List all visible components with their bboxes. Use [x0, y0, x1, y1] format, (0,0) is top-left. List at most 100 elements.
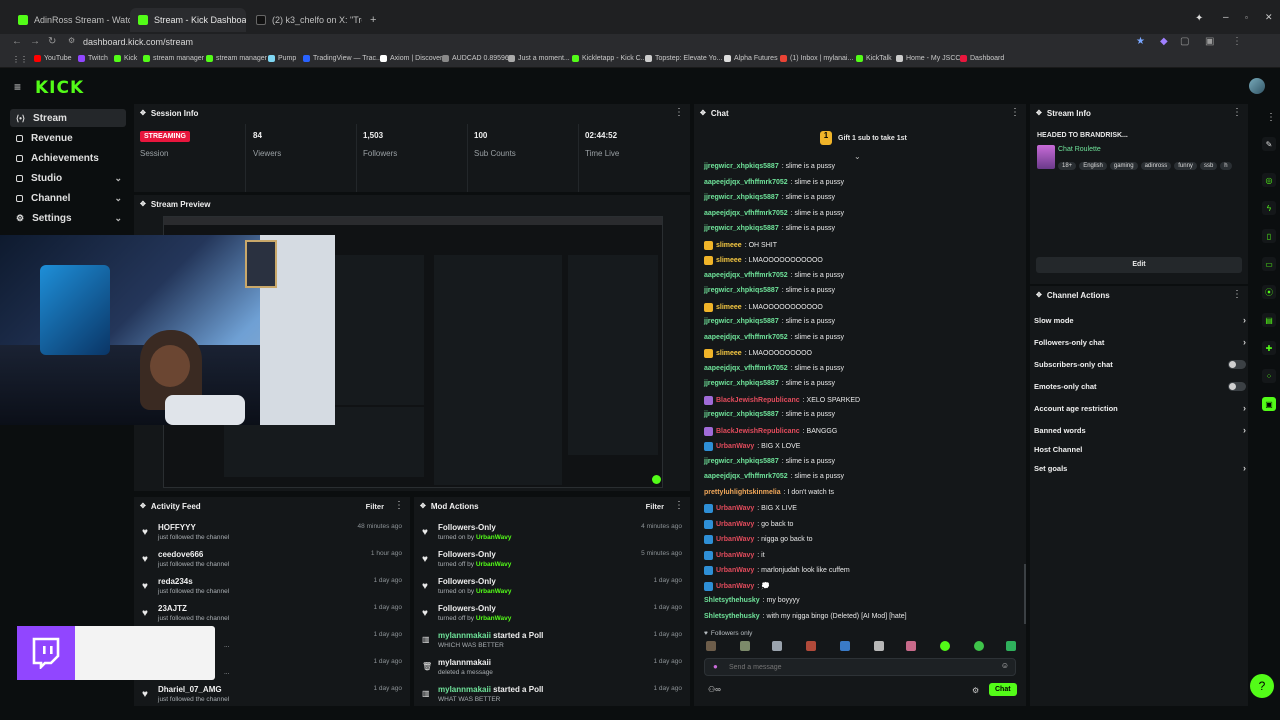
emoji-icon[interactable]: ☺ — [1001, 661, 1009, 670]
url-field[interactable]: dashboard.kick.com/stream — [83, 37, 193, 47]
bookmark[interactable]: Pump — [268, 55, 296, 62]
grid-icon[interactable]: ⁘ — [1262, 369, 1276, 383]
extension-icon[interactable]: ◆ — [1160, 36, 1168, 47]
emote-icon[interactable] — [772, 641, 782, 651]
chat-username[interactable]: aapeejdjqx_vfhffmrk7052 — [704, 473, 788, 480]
extension-icon[interactable]: ▢ — [1180, 36, 1189, 47]
bookmark[interactable]: Kick — [114, 55, 137, 62]
edit-stream-info-button[interactable]: Edit — [1036, 257, 1242, 273]
chat-username[interactable]: prettyluhlightskinmelia — [704, 489, 781, 496]
move-icon[interactable]: ✥ — [140, 502, 146, 510]
panel-menu-icon[interactable]: ⋮ — [394, 500, 404, 511]
forward-icon[interactable]: → — [30, 36, 40, 47]
chat-username[interactable]: jjregwicr_xhpkiqs5887 — [704, 458, 779, 465]
chat-username[interactable]: UrbanWavy — [716, 567, 754, 574]
avatar[interactable] — [1249, 78, 1265, 94]
moderator-name[interactable]: UrbanWavy — [476, 588, 512, 595]
chat-tools-icon[interactable]: ⚇∞ — [708, 685, 721, 694]
apps-icon[interactable]: ⋮⋮ — [12, 55, 28, 64]
chat-username[interactable]: jjregwicr_xhpkiqs5887 — [704, 194, 779, 201]
moderator-name[interactable]: mylannmakaii — [438, 631, 491, 640]
chat-username[interactable]: UrbanWavy — [716, 521, 754, 528]
bookmark[interactable]: stream manager — [143, 55, 204, 62]
move-icon[interactable]: ✥ — [420, 502, 426, 510]
follower-name[interactable]: Dhariel_07_AMG — [158, 685, 222, 694]
channel-action-followers-only[interactable]: Followers-only chat › — [1034, 334, 1246, 350]
bookmark[interactable]: Alpha Futures — [724, 55, 778, 62]
bookmark[interactable]: (1) Inbox | mylanai... — [780, 55, 853, 62]
bookmark[interactable]: Twitch — [78, 55, 108, 62]
edit-icon[interactable]: ✎ — [1262, 137, 1276, 151]
hamburger-menu-icon[interactable]: ≡ — [14, 80, 21, 94]
back-icon[interactable]: ← — [12, 36, 22, 47]
chat-username[interactable]: slimeee — [716, 304, 742, 311]
menu-icon[interactable]: ⋮ — [1232, 36, 1242, 47]
emote-icon[interactable] — [740, 641, 750, 651]
moderator-name[interactable]: mylannmakaii — [438, 685, 491, 694]
chat-username[interactable]: UrbanWavy — [716, 552, 754, 559]
follower-name[interactable]: reda234s — [158, 577, 193, 586]
emote-icon[interactable] — [974, 641, 984, 651]
sidebar-item-channel[interactable]: Channel ⌄ — [10, 189, 126, 207]
sidebar-item-achievements[interactable]: Achievements — [10, 149, 126, 167]
bookmark[interactable]: Axiom | Discover — [380, 55, 442, 62]
chat-username[interactable]: jjregwicr_xhpkiqs5887 — [704, 411, 779, 418]
filter-button[interactable]: Filter — [646, 502, 664, 511]
bookmark[interactable]: Just a moment... — [508, 55, 570, 62]
chat-username[interactable]: aapeejdjqx_vfhffmrk7052 — [704, 365, 788, 372]
channel-action-banned-words[interactable]: Banned words › — [1034, 422, 1246, 438]
moderator-name[interactable]: UrbanWavy — [476, 561, 512, 568]
chat-username[interactable]: aapeejdjqx_vfhffmrk7052 — [704, 210, 788, 217]
chat-username[interactable]: BlackJewishRepublicanc — [716, 428, 800, 435]
browser-tab[interactable]: (2) k3_chelfo on X: "Treyliving ... — [248, 8, 362, 32]
lightning-icon[interactable]: ϟ — [1262, 201, 1276, 215]
channel-action-account-age[interactable]: Account age restriction › — [1034, 400, 1246, 416]
move-icon[interactable]: ✥ — [140, 109, 146, 117]
chevron-down-icon[interactable]: ⌄ — [854, 152, 861, 161]
move-icon[interactable]: ✥ — [1036, 109, 1042, 117]
gift-banner[interactable]: 1 Gift 1 sub to take 1st — [820, 131, 907, 145]
phone-icon[interactable]: ▯ — [1262, 229, 1276, 243]
chat-username[interactable]: Shletsythehusky — [704, 597, 760, 604]
chat-username[interactable]: UrbanWavy — [716, 505, 754, 512]
move-icon[interactable]: ✥ — [140, 200, 146, 208]
follower-name[interactable]: ceedove666 — [158, 550, 203, 559]
chat-scrollbar[interactable] — [1024, 564, 1026, 624]
moderator-name[interactable]: mylannmakaii — [438, 658, 491, 667]
bookmark[interactable]: stream manager — [206, 55, 267, 62]
chat-username[interactable]: aapeejdjqx_vfhffmrk7052 — [704, 334, 788, 341]
gear-icon[interactable]: ⚙ — [972, 686, 979, 695]
sidepanel-icon[interactable]: ▣ — [1205, 36, 1214, 47]
bookmark[interactable]: Topstep: Elevate Yo... — [645, 55, 722, 62]
bookmark[interactable]: KickTalk — [856, 55, 892, 62]
emote-icon[interactable] — [706, 641, 716, 651]
move-icon[interactable]: ✥ — [700, 109, 706, 117]
moderator-name[interactable]: UrbanWavy — [476, 534, 512, 541]
chat-username[interactable]: jjregwicr_xhpkiqs5887 — [704, 318, 779, 325]
kick-app-icon[interactable]: ▣ — [1262, 397, 1276, 411]
clip-icon[interactable]: ▤ — [1262, 313, 1276, 327]
kick-logo[interactable]: KICK — [35, 78, 84, 98]
close-window-icon[interactable]: ✕ — [1265, 12, 1273, 23]
new-tab-button[interactable]: + — [370, 14, 376, 26]
subscribers-only-toggle[interactable] — [1228, 359, 1246, 369]
rail-menu-icon[interactable]: ⋮ — [1266, 112, 1276, 123]
chat-username[interactable]: UrbanWavy — [716, 536, 754, 543]
chat-username[interactable]: BlackJewishRepublicanc — [716, 397, 800, 404]
chat-username[interactable]: jjregwicr_xhpkiqs5887 — [704, 163, 779, 170]
emotes-only-toggle[interactable] — [1228, 381, 1246, 391]
reload-icon[interactable]: ↻ — [48, 36, 56, 47]
sidebar-item-settings[interactable]: ⚙ Settings ⌄ — [10, 209, 126, 227]
microphone-icon[interactable]: ● — [713, 662, 718, 671]
maximize-icon[interactable]: ▫ — [1245, 13, 1248, 22]
chat-username[interactable]: slimeee — [716, 350, 742, 357]
browser-tab-active[interactable]: Stream - Kick Dashboard ✕ — [130, 8, 246, 32]
bookmark[interactable]: Dashboard — [960, 55, 1004, 62]
help-button[interactable]: ? — [1250, 674, 1274, 698]
panel-menu-icon[interactable]: ⋮ — [674, 107, 684, 118]
panel-menu-icon[interactable]: ⋮ — [1010, 107, 1020, 118]
bookmark[interactable]: TradingView — Trac... — [303, 55, 382, 62]
chat-username[interactable]: aapeejdjqx_vfhffmrk7052 — [704, 179, 788, 186]
sidebar-item-stream[interactable]: ⟨•⟩ Stream — [10, 109, 126, 127]
channel-action-emotes-only[interactable]: Emotes-only chat — [1034, 378, 1246, 394]
